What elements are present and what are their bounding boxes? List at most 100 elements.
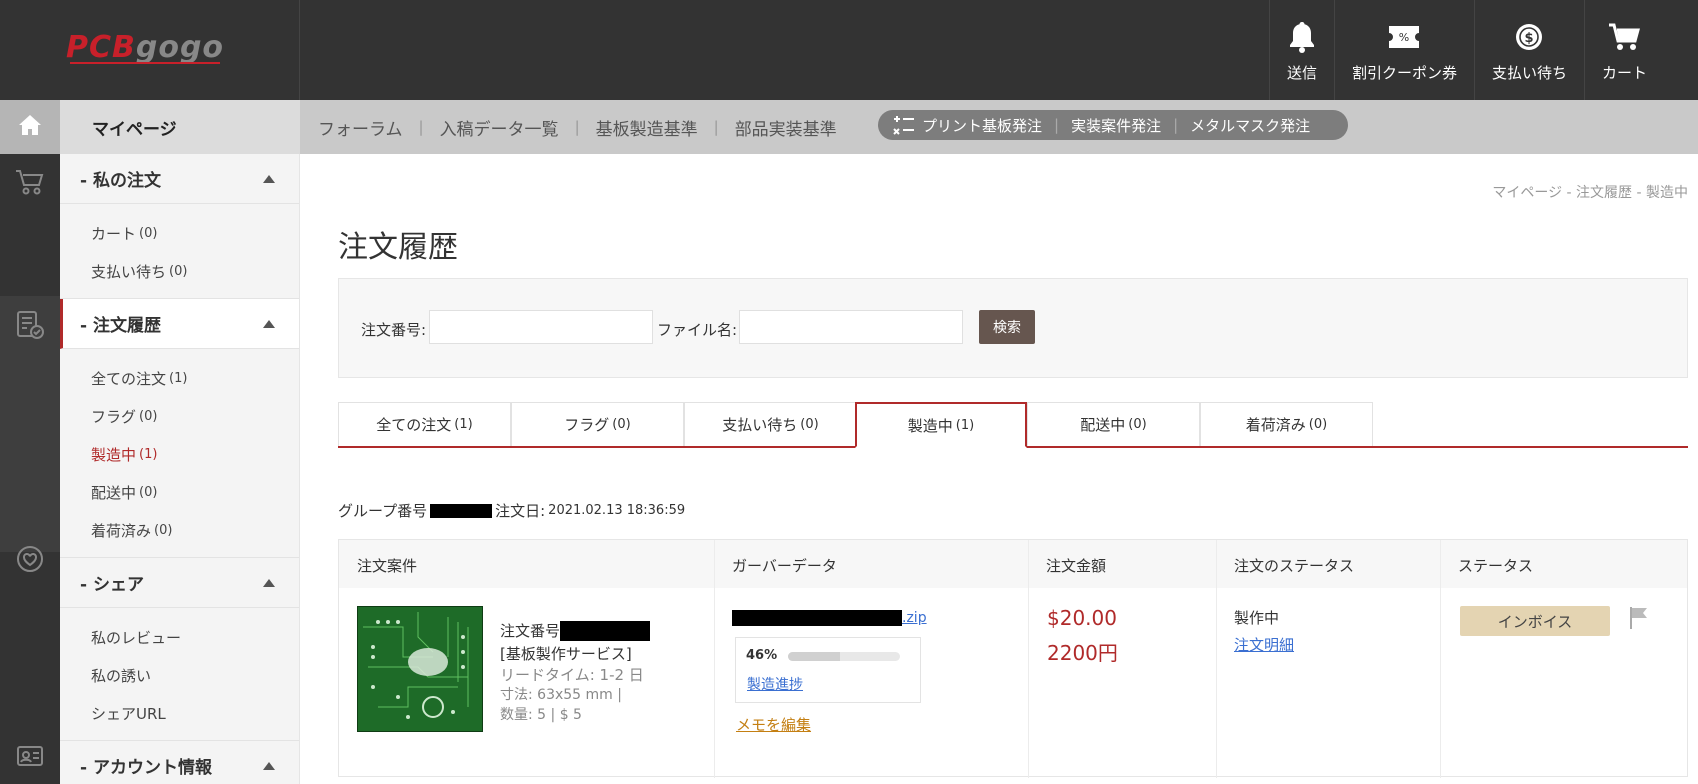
sidebar-item-label: 私のレビュー xyxy=(91,628,182,647)
section-title: - シェア xyxy=(80,575,144,595)
tab-label: 着荷済み xyxy=(1245,416,1306,434)
order-detail-link[interactable]: 注文明細 xyxy=(1234,634,1294,655)
rail-order-history-icon[interactable] xyxy=(0,310,60,340)
tab-label: 製造中 xyxy=(907,416,953,435)
cart-button[interactable]: カート xyxy=(1583,0,1664,100)
sidebar-item-count: (1) xyxy=(169,370,188,386)
file-name-input[interactable] xyxy=(739,310,963,344)
column-divider xyxy=(1440,540,1441,778)
section-body: 私のレビュー 私の誘い シェアURL xyxy=(60,608,299,741)
coupon-label: 割引クーポン券 xyxy=(1351,63,1457,82)
sidebar-item-cart[interactable]: カート (0) xyxy=(91,214,299,252)
price-jpy: 2200円 xyxy=(1047,641,1118,665)
logo-text-pcb: PCB xyxy=(66,30,136,65)
rail-cart-icon[interactable] xyxy=(0,168,60,196)
tab-count: (0) xyxy=(612,417,631,432)
column-divider xyxy=(714,540,715,778)
tab-flag[interactable]: フラグ (0) xyxy=(511,402,684,446)
sidebar-item-label: 支払い待ち xyxy=(91,262,167,281)
sidebar-item-share-url[interactable]: シェアURL xyxy=(91,694,299,732)
logo-text-gogo: gogo xyxy=(135,30,225,65)
tab-all-orders[interactable]: 全ての注文 (1) xyxy=(338,402,511,446)
file-extension: .zip xyxy=(902,610,927,626)
sidebar-item-my-reviews[interactable]: 私のレビュー xyxy=(91,618,299,656)
search-button[interactable]: 検索 xyxy=(979,310,1035,344)
logo-underline xyxy=(70,62,220,64)
home-icon xyxy=(18,114,42,140)
sidebar-section-my-orders[interactable]: - 私の注文 xyxy=(60,154,299,204)
nav-bar: マイページ フォーラム | 入稿データ一覧 | 基板製造基準 | 部品実装基準 … xyxy=(0,100,1698,154)
order-pill-menu: プリント基板発注 | 実装案件発注 | メタルマスク発注 xyxy=(878,110,1348,140)
section-title: - アカウント情報 xyxy=(80,758,212,778)
cart-label: カート xyxy=(1601,63,1647,82)
top-actions: 送信 % 割引クーポン券 $ 支払い待ち カート xyxy=(1268,0,1664,100)
tab-in-production[interactable]: 製造中 (1) xyxy=(855,402,1027,448)
nav-link-uploaded-data[interactable]: 入稿データ一覧 xyxy=(440,115,559,140)
tab-count: (0) xyxy=(800,417,819,432)
sidebar-item-delivered[interactable]: 着荷済み (0) xyxy=(91,511,299,549)
board-size: 寸法: 63x55 mm | xyxy=(500,687,622,703)
redacted-group-number xyxy=(430,503,493,518)
column-header: 注文金額 xyxy=(1046,557,1107,575)
production-progress-link[interactable]: 製造進捗 xyxy=(747,674,803,694)
section-title: - 私の注文 xyxy=(80,171,161,191)
icon-rail xyxy=(0,154,60,784)
tab-pending-payment[interactable]: 支払い待ち (0) xyxy=(684,402,857,446)
mypage-link[interactable]: マイページ xyxy=(60,100,300,154)
pill-assembly-order[interactable]: 実装案件発注 xyxy=(1071,115,1161,136)
svg-text:%: % xyxy=(1399,31,1409,44)
sidebar-section-share[interactable]: - シェア xyxy=(60,558,299,608)
nav-separator: | xyxy=(418,118,424,136)
progress-box: 46% 製造進捗 xyxy=(735,637,921,703)
home-button[interactable] xyxy=(0,100,60,154)
nav-links: フォーラム | 入稿データ一覧 | 基板製造基準 | 部品実装基準 xyxy=(318,100,837,154)
tab-count: (0) xyxy=(1128,417,1147,432)
sidebar-item-shipping[interactable]: 配送中 (0) xyxy=(91,473,299,511)
edit-memo-link[interactable]: メモを編集 xyxy=(736,714,811,735)
sidebar-item-flag[interactable]: フラグ (0) xyxy=(91,397,299,435)
pcb-thumbnail[interactable] xyxy=(357,606,483,732)
collapse-icon xyxy=(263,319,275,328)
tab-delivered[interactable]: 着荷済み (0) xyxy=(1200,402,1373,446)
collapse-icon xyxy=(263,578,275,587)
cart-icon xyxy=(1608,18,1641,56)
logo[interactable]: PCBgogo xyxy=(66,30,224,65)
column-header: 注文のステータス xyxy=(1234,557,1355,575)
sidebar-item-label: シェアURL xyxy=(91,704,166,723)
collapse-icon xyxy=(263,174,275,183)
nav-link-pcb-standards[interactable]: 基板製造基準 xyxy=(596,115,698,140)
sidebar-section-order-history[interactable]: - 注文履歴 xyxy=(60,299,299,349)
tab-label: 配送中 xyxy=(1080,416,1126,434)
order-number-input[interactable] xyxy=(429,310,653,344)
coupon-button[interactable]: % 割引クーポン券 xyxy=(1333,0,1474,100)
flag-icon[interactable] xyxy=(1628,606,1650,634)
sidebar-item-count: (0) xyxy=(139,408,158,424)
rail-share-icon[interactable] xyxy=(0,544,60,574)
progress-percent: 46% xyxy=(746,648,778,663)
coupon-icon: % xyxy=(1387,18,1421,56)
pill-stencil-order[interactable]: メタルマスク発注 xyxy=(1190,115,1310,136)
invoice-button[interactable]: インボイス xyxy=(1460,606,1610,636)
rail-account-icon[interactable] xyxy=(0,744,60,768)
sidebar-item-my-invites[interactable]: 私の誘い xyxy=(91,656,299,694)
pending-payment-button[interactable]: $ 支払い待ち xyxy=(1473,0,1584,100)
tab-shipping[interactable]: 配送中 (0) xyxy=(1027,402,1200,446)
sidebar: - 私の注文 カート (0) 支払い待ち (0) - 注文履歴 全ての注文 (1) フ… xyxy=(60,154,300,784)
top-bar: PCBgogo 送信 % 割引クーポン券 $ 支払い待ち カート xyxy=(0,0,1698,100)
sidebar-item-all-orders[interactable]: 全ての注文 (1) xyxy=(91,359,299,397)
sidebar-section-account[interactable]: - アカウント情報 xyxy=(60,741,299,784)
redacted-file-name xyxy=(732,610,902,626)
order-status: 製作中 xyxy=(1234,609,1280,627)
tab-count: (1) xyxy=(454,417,473,432)
nav-link-forum[interactable]: フォーラム xyxy=(318,115,403,140)
gerber-file-link[interactable]: .zip xyxy=(732,610,927,626)
notifications-button[interactable]: 送信 xyxy=(1268,0,1334,100)
column-header: ガーバーデータ xyxy=(732,557,837,575)
nav-link-assembly-standards[interactable]: 部品実装基準 xyxy=(735,115,837,140)
pill-pcb-order[interactable]: プリント基板発注 xyxy=(922,115,1042,136)
order-date: 2021.02.13 18:36:59 xyxy=(548,503,686,518)
sidebar-item-in-production[interactable]: 製造中 (1) xyxy=(91,435,299,473)
sidebar-item-pending-payment[interactable]: 支払い待ち (0) xyxy=(91,252,299,290)
column-divider xyxy=(1028,540,1029,778)
sidebar-item-label: 製造中 xyxy=(91,445,137,464)
